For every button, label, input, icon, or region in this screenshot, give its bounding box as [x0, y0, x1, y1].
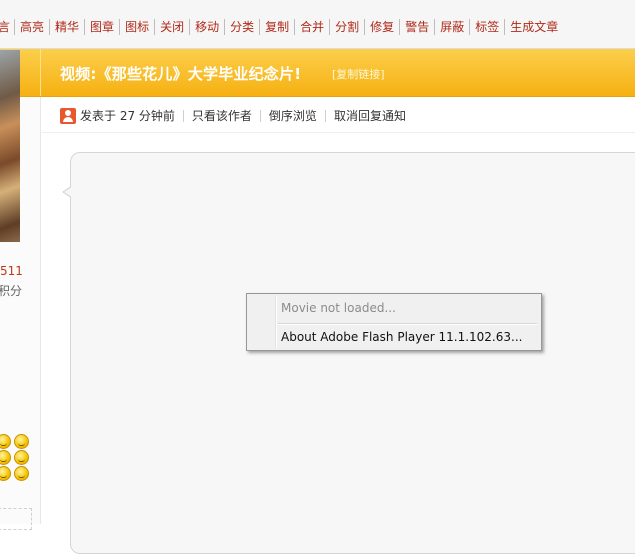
- reverse-order-link[interactable]: 倒序浏览: [269, 107, 317, 124]
- user-avatar[interactable]: [0, 50, 20, 242]
- smiley-icon: [0, 466, 11, 481]
- toolbar-item-tags[interactable]: 标签: [469, 19, 504, 35]
- flash-context-menu: Movie not loaded... About Adobe Flash Pl…: [246, 293, 542, 351]
- toolbar-item-copy[interactable]: 复制: [259, 19, 294, 35]
- smiley-icon: [14, 466, 29, 481]
- medal-grid: [0, 434, 30, 481]
- toolbar-item-split[interactable]: 分割: [329, 19, 364, 35]
- toolbar-item-icon[interactable]: 图标: [119, 19, 154, 35]
- menu-item-about-flash[interactable]: About Adobe Flash Player 11.1.102.63...: [250, 326, 538, 348]
- smiley-icon: [14, 434, 29, 449]
- toolbar-item-warn[interactable]: 警告: [399, 19, 434, 35]
- post-content-bubble[interactable]: [70, 152, 635, 554]
- meta-divider: [182, 109, 184, 122]
- smiley-icon: [0, 450, 11, 465]
- toolbar-item-close[interactable]: 关闭: [154, 19, 189, 35]
- toolbar-item-merge[interactable]: 合并: [294, 19, 329, 35]
- menu-item-movie-not-loaded: Movie not loaded...: [281, 301, 396, 315]
- author-icon: [60, 107, 76, 124]
- dashed-placeholder-box: [0, 508, 32, 530]
- meta-divider: [324, 109, 326, 122]
- post-meta-row: 发表于 27 分钟前 只看该作者 倒序浏览 取消回复通知: [60, 107, 406, 124]
- post-time: 发表于 27 分钟前: [80, 109, 175, 123]
- toolbar-item-truncated[interactable]: 言: [0, 19, 14, 35]
- toolbar-item-stamp[interactable]: 图章: [84, 19, 119, 35]
- smiley-icon: [0, 434, 11, 449]
- thread-title: 视频:《那些花儿》大学毕业纪念片!: [60, 65, 302, 83]
- only-author-link[interactable]: 只看该作者: [192, 107, 252, 124]
- cancel-notify-link[interactable]: 取消回复通知: [334, 107, 406, 124]
- smiley-icon: [14, 450, 29, 465]
- thread-title-bar: 0 视频:《那些花儿》大学毕业纪念片! [复制链接]: [0, 49, 635, 97]
- toolbar-item-highlight[interactable]: 高亮: [14, 19, 49, 35]
- toolbar-item-block[interactable]: 屏蔽: [434, 19, 469, 35]
- toolbar-item-repair[interactable]: 修复: [364, 19, 399, 35]
- toolbar-item-move[interactable]: 移动: [189, 19, 224, 35]
- user-stat-number[interactable]: 511: [0, 264, 23, 278]
- copy-link-button[interactable]: [复制链接]: [332, 66, 385, 82]
- user-points-label: 积分: [0, 284, 23, 298]
- toolbar-item-generate-article[interactable]: 生成文章: [504, 19, 563, 35]
- toolbar-item-digest[interactable]: 精华: [49, 19, 84, 35]
- moderation-toolbar: 言 高亮 精华 图章 图标 关闭 移动 分类 复制 合并 分割 修复 警告 屏蔽…: [0, 0, 635, 49]
- menu-separator: [278, 323, 537, 325]
- moderation-actions: 言 高亮 精华 图章 图标 关闭 移动 分类 复制 合并 分割 修复 警告 屏蔽…: [0, 19, 563, 35]
- meta-divider: [259, 109, 261, 122]
- meta-divider-line: [42, 132, 635, 133]
- toolbar-item-category[interactable]: 分类: [224, 19, 259, 35]
- bubble-tail-fill: [64, 187, 72, 197]
